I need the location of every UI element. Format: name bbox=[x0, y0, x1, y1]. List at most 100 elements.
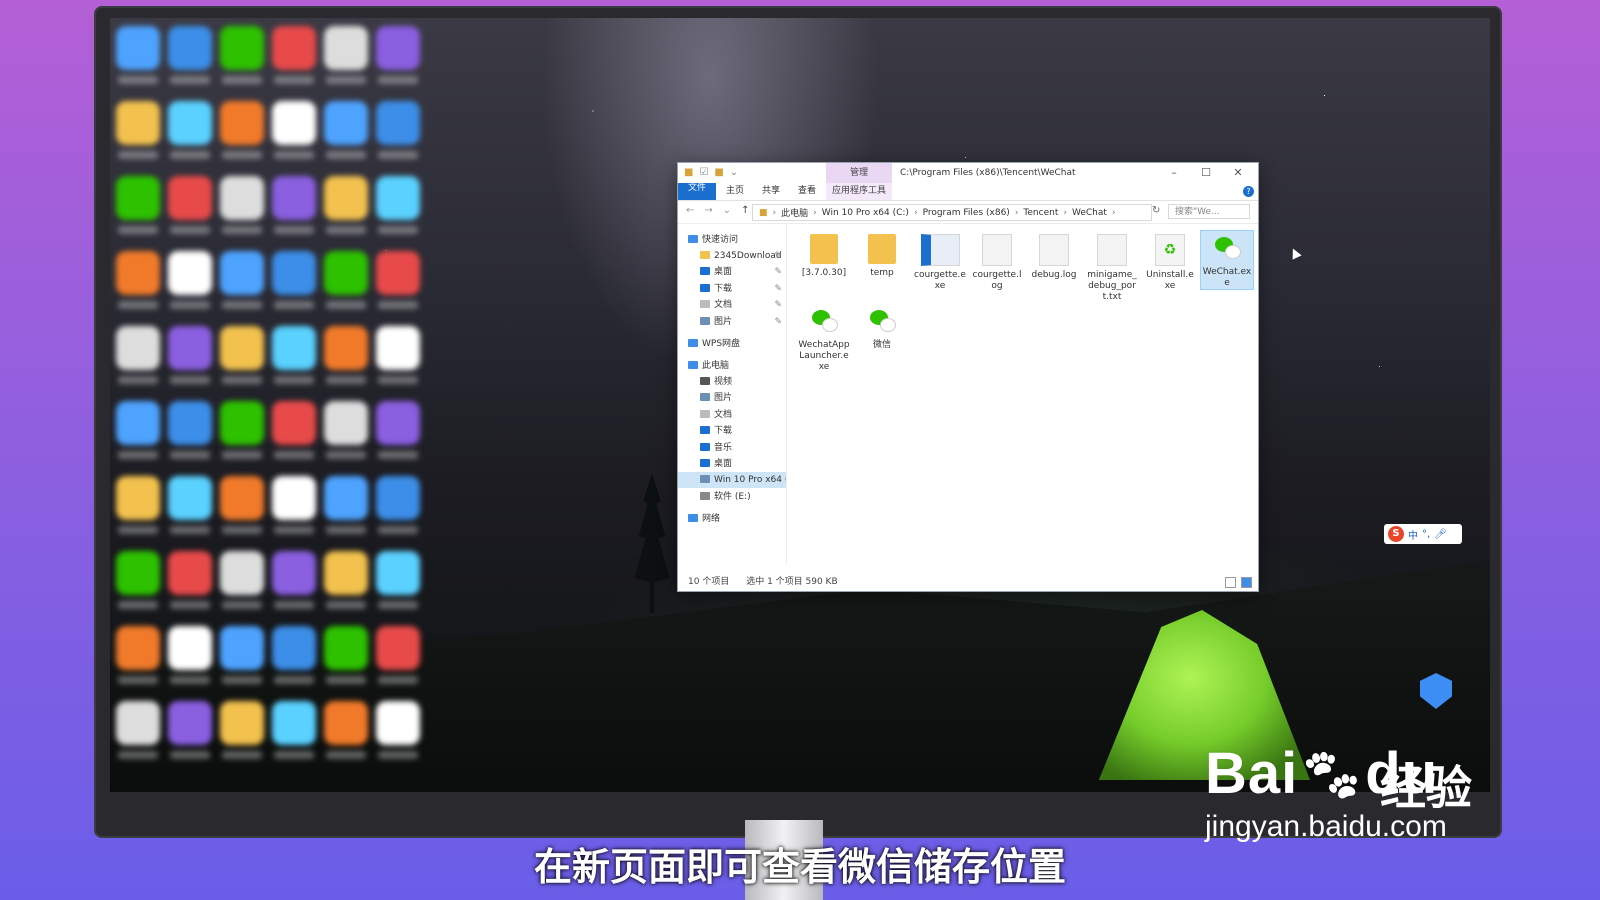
back-icon[interactable]: ← bbox=[686, 205, 694, 216]
ime-mode[interactable]: 中 bbox=[1408, 527, 1418, 542]
desktop-shortcut-icon[interactable] bbox=[272, 247, 322, 322]
sidebar-item[interactable]: 桌面 ✎ bbox=[678, 264, 786, 280]
desktop-shortcut-icon[interactable] bbox=[324, 97, 374, 172]
ime-toolbar[interactable]: S 中 °, 🎤︎ bbox=[1384, 524, 1462, 544]
sidebar-item[interactable]: 视频 bbox=[678, 374, 786, 390]
new-folder-icon[interactable]: ■ bbox=[714, 167, 723, 178]
desktop-shortcut-icon[interactable] bbox=[116, 472, 166, 547]
desktop-shortcut-icon[interactable] bbox=[168, 547, 218, 622]
desktop-shortcut-icon[interactable] bbox=[324, 472, 374, 547]
desktop-shortcut-icon[interactable] bbox=[168, 22, 218, 97]
breadcrumb-this-pc[interactable]: 此电脑 bbox=[781, 206, 808, 219]
sidebar-item[interactable]: Win 10 Pro x64 (C bbox=[678, 472, 786, 488]
refresh-icon[interactable]: ↻ bbox=[1152, 205, 1160, 216]
desktop-shortcut-icon[interactable] bbox=[324, 697, 374, 772]
details-view-icon[interactable] bbox=[1225, 577, 1236, 588]
desktop-shortcut-icon[interactable] bbox=[324, 172, 374, 247]
desktop-shortcut-icon[interactable] bbox=[116, 22, 166, 97]
forward-icon[interactable]: → bbox=[704, 205, 712, 216]
sidebar-item[interactable]: 下载 ✎ bbox=[678, 281, 786, 297]
ime-punct[interactable]: °, bbox=[1422, 529, 1430, 540]
desktop-shortcut-icon[interactable] bbox=[220, 472, 270, 547]
desktop-shortcut-icon[interactable] bbox=[116, 697, 166, 772]
desktop-shortcut-icon[interactable] bbox=[376, 697, 426, 772]
desktop-shortcut-icon[interactable] bbox=[168, 397, 218, 472]
file-item[interactable]: WeChat.exe bbox=[1200, 230, 1254, 290]
desktop-shortcut-icon[interactable] bbox=[220, 247, 270, 322]
desktop-shortcut-icon[interactable] bbox=[116, 322, 166, 397]
large-icons-view-icon[interactable] bbox=[1241, 577, 1252, 588]
sidebar-item[interactable]: 桌面 bbox=[678, 456, 786, 472]
desktop-shortcut-icon[interactable] bbox=[376, 22, 426, 97]
desktop-shortcut-icon[interactable] bbox=[220, 322, 270, 397]
properties-icon[interactable]: ☑ bbox=[699, 167, 708, 178]
sidebar-item[interactable]: 此电脑 bbox=[678, 358, 786, 374]
tab-home[interactable]: 主页 bbox=[718, 183, 752, 200]
file-item[interactable]: 微信 bbox=[856, 304, 908, 351]
breadcrumb-drive-c[interactable]: Win 10 Pro x64 (C:) bbox=[822, 208, 909, 218]
file-item[interactable]: minigame_debug_port.txt bbox=[1086, 232, 1138, 303]
close-icon[interactable]: ✕ bbox=[1222, 163, 1254, 183]
tab-file[interactable]: 文件 bbox=[678, 183, 716, 200]
desktop-shortcut-icon[interactable] bbox=[168, 472, 218, 547]
desktop-shortcut-icon[interactable] bbox=[220, 22, 270, 97]
microphone-icon[interactable]: 🎤︎ bbox=[1434, 529, 1447, 540]
desktop-shortcut-icon[interactable] bbox=[220, 397, 270, 472]
desktop-shortcut-icon[interactable] bbox=[272, 172, 322, 247]
sidebar-item[interactable]: 图片 ✎ bbox=[678, 314, 786, 330]
desktop-shortcut-icon[interactable] bbox=[376, 172, 426, 247]
desktop-shortcut-icon[interactable] bbox=[116, 397, 166, 472]
desktop-shortcut-icon[interactable] bbox=[168, 622, 218, 697]
sidebar-item[interactable]: 2345Download ✎ bbox=[678, 248, 786, 264]
desktop-shortcut-icon[interactable] bbox=[376, 247, 426, 322]
tab-app-tools[interactable]: 应用程序工具 bbox=[826, 183, 892, 200]
minimize-icon[interactable]: – bbox=[1158, 163, 1190, 183]
tab-share[interactable]: 共享 bbox=[754, 183, 788, 200]
desktop-shortcut-icon[interactable] bbox=[116, 547, 166, 622]
desktop-shortcut-icon[interactable] bbox=[220, 697, 270, 772]
breadcrumb-wechat[interactable]: WeChat bbox=[1072, 208, 1107, 218]
desktop-shortcut-icon[interactable] bbox=[272, 322, 322, 397]
desktop-shortcut-icon[interactable] bbox=[168, 172, 218, 247]
search-input[interactable]: 搜索"We... bbox=[1168, 204, 1250, 219]
help-icon[interactable]: ? bbox=[1243, 186, 1254, 197]
desktop-shortcut-icon[interactable] bbox=[272, 622, 322, 697]
desktop-shortcut-icon[interactable] bbox=[272, 397, 322, 472]
sidebar-item[interactable]: 下载 bbox=[678, 423, 786, 439]
desktop-shortcut-icon[interactable] bbox=[376, 322, 426, 397]
desktop-shortcut-icon[interactable] bbox=[324, 322, 374, 397]
sidebar-item[interactable]: 图片 bbox=[678, 390, 786, 406]
file-item[interactable]: courgette.exe bbox=[914, 232, 966, 292]
sidebar-item[interactable]: 快速访问 bbox=[678, 232, 786, 248]
ribbon-manage-tab[interactable]: 管理 bbox=[826, 163, 892, 183]
file-item[interactable]: [3.7.0.30] bbox=[798, 232, 850, 279]
tab-view[interactable]: 查看 bbox=[790, 183, 824, 200]
desktop-shortcut-icon[interactable] bbox=[376, 472, 426, 547]
file-item[interactable]: WechatAppLauncher.exe bbox=[798, 304, 850, 373]
desktop-shortcut-icon[interactable] bbox=[220, 97, 270, 172]
up-icon[interactable]: ↑ bbox=[741, 205, 749, 216]
desktop-shortcut-icon[interactable] bbox=[272, 472, 322, 547]
sidebar-item[interactable]: 软件 (E:) bbox=[678, 489, 786, 505]
desktop-shortcut-icon[interactable] bbox=[324, 397, 374, 472]
desktop-shortcut-icon[interactable] bbox=[168, 322, 218, 397]
breadcrumb-program-files[interactable]: Program Files (x86) bbox=[923, 208, 1010, 218]
sidebar-item[interactable]: 文档 ✎ bbox=[678, 297, 786, 313]
file-explorer-window[interactable]: ■ ☑ ■ ⌄ 管理 C:\Program Files (x86)\Tencen… bbox=[677, 162, 1259, 592]
desktop-shortcut-icon[interactable] bbox=[168, 247, 218, 322]
file-item[interactable]: debug.log bbox=[1028, 232, 1080, 281]
desktop-shortcut-icon[interactable] bbox=[116, 247, 166, 322]
file-item[interactable]: ♻ Uninstall.exe bbox=[1144, 232, 1196, 292]
desktop-shortcut-icon[interactable] bbox=[272, 697, 322, 772]
desktop-shortcut-icon[interactable] bbox=[376, 97, 426, 172]
desktop-shortcut-icon[interactable] bbox=[220, 622, 270, 697]
sidebar-item[interactable]: 音乐 bbox=[678, 440, 786, 456]
sidebar-item[interactable]: WPS网盘 bbox=[678, 336, 786, 352]
file-item[interactable]: temp bbox=[856, 232, 908, 279]
desktop-shortcut-icon[interactable] bbox=[272, 22, 322, 97]
desktop-shortcut-icon[interactable] bbox=[272, 547, 322, 622]
desktop-shortcut-icon[interactable] bbox=[324, 622, 374, 697]
desktop-shortcut-icon[interactable] bbox=[220, 547, 270, 622]
desktop-shortcut-icon[interactable] bbox=[324, 247, 374, 322]
desktop-shortcut-icon[interactable] bbox=[376, 547, 426, 622]
